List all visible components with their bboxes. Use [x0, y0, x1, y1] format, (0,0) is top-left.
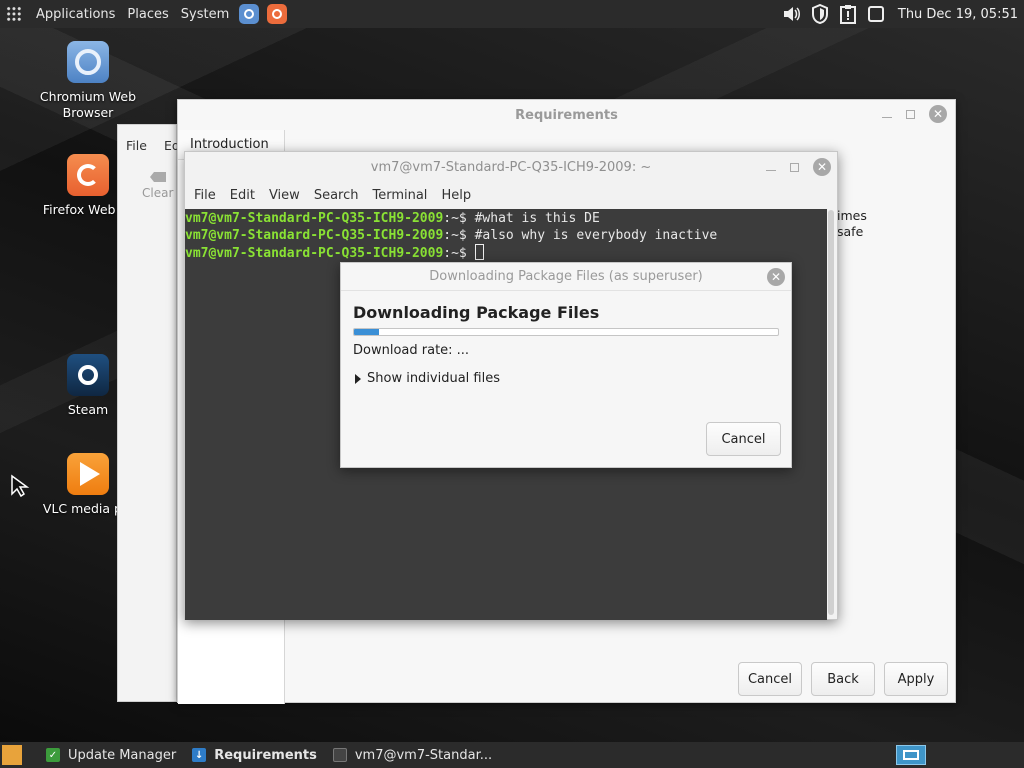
system-menu[interactable]: System [175, 0, 235, 28]
maximize-icon[interactable] [790, 162, 799, 172]
close-icon[interactable]: ✕ [767, 268, 785, 286]
menu-help[interactable]: Help [434, 188, 478, 203]
menu-view[interactable]: View [262, 188, 307, 203]
taskbar-item-terminal[interactable]: vm7@vm7-Standar... [325, 742, 500, 768]
close-icon[interactable]: ✕ [813, 158, 831, 176]
requirements-partial-text: imes safe [837, 208, 867, 240]
firefox-launcher-icon[interactable] [267, 4, 288, 24]
update-notifier-icon[interactable] [838, 4, 858, 24]
expander-arrow-icon [355, 373, 361, 384]
terminal-line: vm7@vm7-Standard-PC-Q35-ICH9-2009:~$ #al… [185, 227, 827, 244]
dialog-heading: Downloading Package Files [353, 303, 600, 322]
download-rate: Download rate: ... [353, 343, 470, 358]
bottom-panel: ✓ Update Manager ↓ Requirements vm7@vm7-… [0, 742, 1024, 768]
clear-button[interactable]: Clear [142, 171, 173, 200]
menu-edit[interactable]: Edit [223, 188, 262, 203]
download-progress-bar [353, 328, 779, 336]
terminal-prompt: vm7@vm7-Standard-PC-Q35-ICH9-2009 [185, 211, 444, 226]
window-icon[interactable] [866, 4, 886, 24]
show-files-expander[interactable]: Show individual files [355, 371, 500, 386]
vlc-icon [67, 453, 109, 495]
shield-icon[interactable] [810, 4, 830, 24]
requirements-button-bar: Cancel Back Apply [738, 662, 948, 696]
taskbar-item-update-manager[interactable]: ✓ Update Manager [38, 742, 184, 768]
chromium-icon [67, 41, 109, 83]
prompt-suffix: :~$ [443, 211, 475, 226]
requirements-left-pane: File Ed Clear [117, 124, 180, 702]
terminal-scrollbar[interactable] [828, 210, 834, 615]
terminal-icon [332, 748, 347, 762]
show-desktop-button[interactable] [2, 745, 22, 765]
volume-icon[interactable] [782, 4, 802, 24]
apply-button[interactable]: Apply [884, 662, 948, 696]
terminal-menubar: File Edit View Search Terminal Help [185, 182, 837, 208]
menu-search[interactable]: Search [307, 188, 366, 203]
dialog-titlebar[interactable]: Downloading Package Files (as superuser)… [341, 263, 791, 291]
maximize-icon[interactable] [906, 109, 915, 119]
desktop-icon-chromium[interactable]: Chromium Web Browser [28, 41, 148, 121]
prompt-suffix: :~$ [443, 246, 475, 261]
applications-grid-icon[interactable] [6, 6, 22, 22]
applications-menu[interactable]: Applications [30, 0, 121, 28]
places-menu[interactable]: Places [121, 0, 174, 28]
taskbar-item-requirements[interactable]: ↓ Requirements [184, 742, 325, 768]
backspace-icon [149, 172, 166, 182]
command-text: #what is this DE [474, 211, 600, 226]
expander-label: Show individual files [367, 371, 501, 386]
workspace-switcher[interactable] [896, 745, 926, 765]
partial-text-line: imes [837, 208, 867, 223]
chromium-launcher-icon[interactable] [239, 4, 260, 24]
terminal-titlebar[interactable]: vm7@vm7-Standard-PC-Q35-ICH9-2009: ~ ✕ [185, 152, 837, 182]
clock[interactable]: Thu Dec 19, 05:51 [898, 7, 1018, 22]
menu-file[interactable]: File [187, 188, 223, 203]
steam-icon [67, 354, 109, 396]
task-label: Update Manager [68, 747, 177, 763]
back-button[interactable]: Back [811, 662, 875, 696]
terminal-cursor [474, 244, 484, 260]
cancel-button[interactable]: Cancel [738, 662, 802, 696]
menu-file[interactable]: File [126, 138, 147, 153]
terminal-prompt: vm7@vm7-Standard-PC-Q35-ICH9-2009 [185, 246, 444, 261]
monitor-icon [903, 750, 919, 760]
menu-terminal[interactable]: Terminal [365, 188, 434, 203]
terminal-line: vm7@vm7-Standard-PC-Q35-ICH9-2009:~$ [185, 244, 827, 262]
progress-fill [354, 329, 380, 335]
mouse-cursor-icon [11, 474, 30, 498]
terminal-prompt: vm7@vm7-Standard-PC-Q35-ICH9-2009 [185, 228, 444, 243]
prompt-suffix: :~$ [443, 228, 475, 243]
download-dialog: Downloading Package Files (as superuser)… [340, 262, 792, 468]
requirements-titlebar[interactable]: Requirements ✕ [178, 100, 955, 130]
dialog-title: Downloading Package Files (as superuser) [429, 269, 703, 284]
system-tray: Thu Dec 19, 05:51 [782, 0, 1024, 28]
minimize-icon[interactable] [766, 169, 776, 171]
desktop-icon-label: Chromium Web Browser [39, 89, 137, 120]
partial-text-line: safe [837, 224, 864, 239]
clear-label: Clear [142, 186, 174, 200]
top-panel: Applications Places System Thu Dec 19, 0… [0, 0, 1024, 28]
window-title: vm7@vm7-Standard-PC-Q35-ICH9-2009: ~ [370, 159, 652, 175]
terminal-line: vm7@vm7-Standard-PC-Q35-ICH9-2009:~$ #wh… [185, 210, 827, 227]
cancel-download-button[interactable]: Cancel [706, 422, 781, 456]
task-label: Requirements [214, 747, 317, 763]
download-icon: ↓ [192, 748, 207, 762]
firefox-icon [67, 154, 109, 196]
minimize-icon[interactable] [882, 116, 892, 118]
shield-icon: ✓ [46, 748, 60, 762]
command-text: #also why is everybody inactive [474, 228, 718, 243]
task-label: vm7@vm7-Standar... [354, 747, 493, 763]
desktop-icon-label: Steam [67, 402, 109, 417]
close-icon[interactable]: ✕ [929, 105, 947, 123]
window-title: Requirements [515, 107, 618, 123]
